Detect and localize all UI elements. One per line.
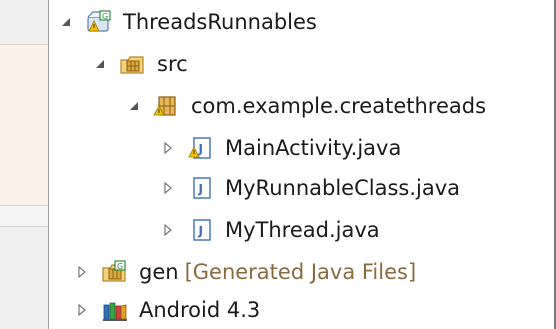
- gen-label: gen: [139, 260, 179, 284]
- java-file-icon: J: [187, 217, 215, 243]
- package-explorer-tree: G ThreadsRunnables src com.example.creat…: [48, 0, 556, 329]
- side-note-panel: [0, 44, 50, 206]
- project-label: ThreadsRunnables: [123, 10, 317, 34]
- collapsed-triangle-icon[interactable]: [159, 179, 177, 197]
- expanded-triangle-icon[interactable]: [125, 97, 143, 115]
- svg-text:G: G: [117, 262, 123, 271]
- tree-item-file[interactable]: J MyRunnableClass.java: [159, 169, 460, 207]
- tree-item-file[interactable]: J MainActivity.java: [159, 129, 401, 167]
- tree-item-file[interactable]: J MyThread.java: [159, 211, 380, 249]
- library-books-icon: [101, 297, 129, 323]
- tree-item-package[interactable]: com.example.createthreads: [125, 87, 486, 125]
- package-icon: [153, 93, 181, 119]
- tree-item-src[interactable]: src: [91, 45, 188, 83]
- svg-text:G: G: [102, 12, 108, 21]
- expanded-triangle-icon[interactable]: [57, 13, 75, 31]
- svg-text:J: J: [198, 182, 203, 196]
- collapsed-triangle-icon[interactable]: [73, 263, 91, 281]
- android-label: Android 4.3: [139, 298, 261, 322]
- file-label: MyThread.java: [225, 218, 380, 242]
- source-folder-icon: [119, 51, 147, 77]
- file-label: MyRunnableClass.java: [225, 176, 460, 200]
- generated-folder-icon: G: [101, 259, 129, 285]
- tree-item-project[interactable]: G ThreadsRunnables: [57, 3, 317, 41]
- expanded-triangle-icon[interactable]: [91, 55, 109, 73]
- java-file-warning-icon: J: [187, 135, 215, 161]
- left-toolbar-area: [0, 0, 48, 44]
- tree-item-gen[interactable]: G gen [Generated Java Files]: [73, 253, 416, 291]
- svg-text:J: J: [198, 142, 203, 156]
- left-bottom-panel: [0, 226, 50, 329]
- collapsed-triangle-icon[interactable]: [159, 221, 177, 239]
- svg-text:J: J: [198, 224, 203, 238]
- src-label: src: [157, 52, 188, 76]
- collapsed-triangle-icon[interactable]: [73, 301, 91, 319]
- screenshot-stage: G ThreadsRunnables src com.example.creat…: [0, 0, 556, 329]
- gen-sublabel: [Generated Java Files]: [184, 260, 417, 284]
- package-label: com.example.createthreads: [191, 94, 487, 118]
- android-project-icon: G: [85, 9, 113, 35]
- collapsed-triangle-icon[interactable]: [159, 139, 177, 157]
- java-file-icon: J: [187, 175, 215, 201]
- file-label: MainActivity.java: [225, 136, 402, 160]
- tree-item-android-library[interactable]: Android 4.3: [73, 291, 260, 329]
